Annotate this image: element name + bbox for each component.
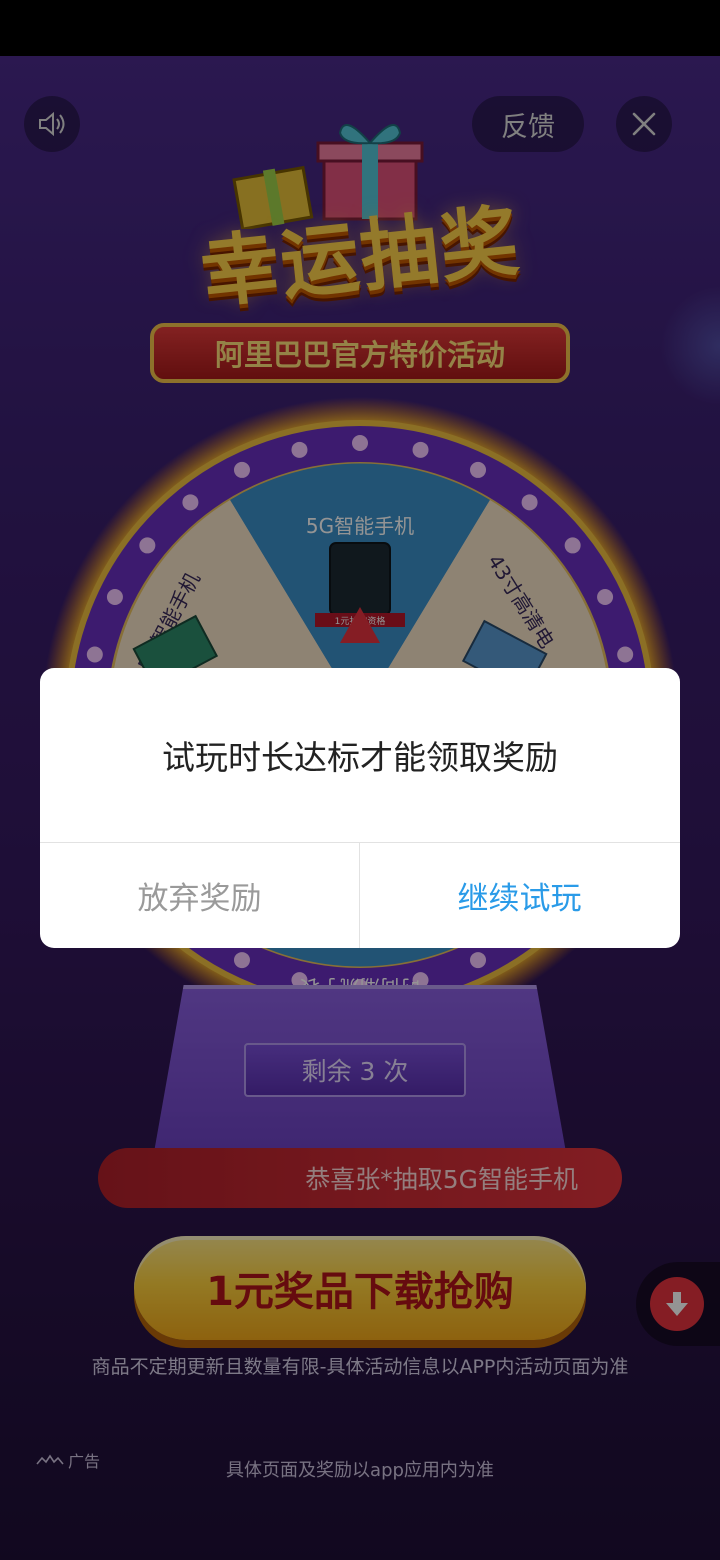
reward-dialog: 试玩时长达标才能领取奖励 放弃奖励 继续试玩 <box>40 668 680 948</box>
continue-trial-button[interactable]: 继续试玩 <box>360 843 679 948</box>
dialog-message: 试玩时长达标才能领取奖励 <box>162 738 558 777</box>
abandon-reward-button[interactable]: 放弃奖励 <box>40 843 359 948</box>
status-bar <box>0 0 720 56</box>
